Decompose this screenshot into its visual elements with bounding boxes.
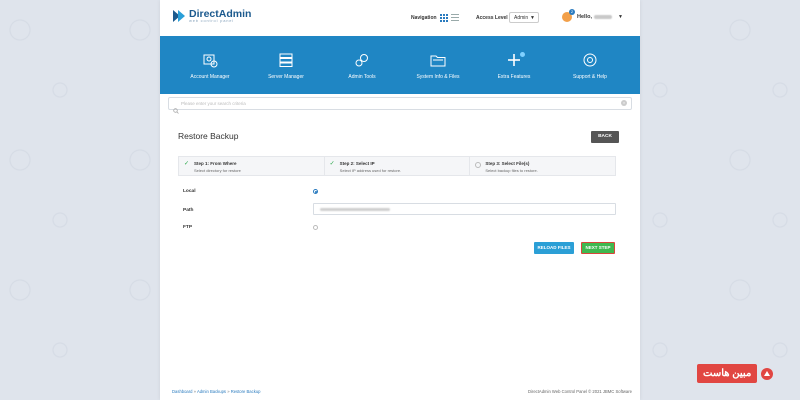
logo[interactable]: DirectAdmin web control panel: [172, 9, 251, 23]
top-bar: DirectAdmin web control panel Navigation…: [160, 0, 640, 36]
step-description: Select directory for restore: [194, 168, 241, 173]
page-title: Restore Backup: [178, 131, 239, 141]
search-placeholder: Please enter your search criteria: [181, 101, 246, 106]
ftp-label: FTP: [183, 225, 193, 230]
path-label: Path: [183, 208, 194, 213]
step-title: Step 2: Select IP: [339, 161, 375, 166]
menu-support-help[interactable]: Support & Help: [555, 36, 625, 94]
pending-circle-icon: [475, 162, 482, 168]
navigation-label: Navigation: [411, 15, 437, 21]
menu-account-manager[interactable]: Account Manager: [175, 36, 245, 94]
menu-extra-features[interactable]: Extra Features: [479, 36, 549, 94]
user-menu[interactable]: 2 Hello, ▼: [562, 9, 623, 22]
step-select-ip: ✓ Step 2: Select IP Select IP address us…: [325, 157, 471, 175]
step-select-files: Step 3: Select File(s) Select backup fil…: [470, 157, 615, 175]
menu-label: Admin Tools: [348, 74, 376, 80]
folder-icon: [430, 52, 446, 68]
breadcrumb-admin-backups[interactable]: Admin Backups: [197, 389, 226, 394]
next-step-button[interactable]: NEXT STEP: [581, 242, 615, 254]
panel-frame: DirectAdmin web control panel Navigation…: [160, 0, 640, 400]
step-title: Step 3: Select File(s): [485, 161, 530, 166]
chevron-down-icon: ▼: [530, 15, 535, 21]
account-icon: [202, 52, 218, 68]
breadcrumb-restore-backup[interactable]: Restore Backup: [231, 389, 261, 394]
watermark-text: مبین هاست: [697, 364, 758, 383]
copyright: DirectAdmin Web Control Panel © 2021 JBM…: [527, 389, 632, 394]
redacted-username: [593, 15, 612, 19]
ftp-radio[interactable]: [313, 225, 318, 230]
local-radio[interactable]: [313, 189, 318, 194]
main-menu-bar: Account Manager Server Manager Admin Too…: [160, 36, 640, 94]
tools-icon: [354, 52, 370, 68]
clear-icon[interactable]: ×: [621, 100, 627, 106]
logo-icon: [172, 9, 186, 23]
menu-server-manager[interactable]: Server Manager: [251, 36, 321, 94]
access-level-value: Admin: [514, 15, 529, 21]
chevron-down-icon: ▼: [617, 14, 623, 20]
watermark-logo-icon: [760, 367, 774, 381]
path-field[interactable]: [313, 203, 616, 215]
step-title: Step 1: From Where: [194, 161, 237, 166]
menu-label: Server Manager: [268, 74, 304, 80]
access-level-select[interactable]: Admin ▼: [509, 12, 539, 23]
breadcrumb: Dashboard » Admin Backups » Restore Back…: [172, 389, 260, 394]
search-icon: [173, 101, 179, 119]
menu-label: Account Manager: [190, 74, 230, 80]
menu-label: Extra Features: [497, 74, 531, 80]
checkmark-icon: ✓: [329, 161, 335, 167]
checkmark-icon: ✓: [184, 161, 190, 167]
menu-system-info-files[interactable]: System Info & Files: [403, 36, 473, 94]
lifebuoy-icon: [582, 52, 598, 68]
menu-label: Support & Help: [573, 74, 607, 80]
menu-admin-tools[interactable]: Admin Tools: [327, 36, 397, 94]
wizard-steps: ✓ Step 1: From Where Select directory fo…: [178, 156, 616, 176]
footer: Dashboard » Admin Backups » Restore Back…: [172, 389, 632, 394]
greeting: Hello,: [577, 14, 592, 20]
server-icon: [278, 52, 294, 68]
menu-label: System Info & Files: [416, 74, 460, 80]
new-indicator-icon: [520, 52, 525, 57]
access-level-label: Access Level: [476, 15, 508, 21]
list-view-icon[interactable]: [451, 14, 459, 22]
search-input[interactable]: Please enter your search criteria ×: [168, 97, 632, 114]
local-label: Local: [183, 189, 196, 194]
back-button[interactable]: BACK: [591, 131, 619, 143]
reload-files-button[interactable]: RELOAD FILES: [534, 242, 574, 254]
watermark: مبین هاست: [697, 364, 800, 383]
step-description: Select backup files to restore.: [485, 168, 538, 173]
breadcrumb-dashboard[interactable]: Dashboard: [172, 389, 193, 394]
redacted-path: [320, 208, 390, 211]
step-from-where: ✓ Step 1: From Where Select directory fo…: [179, 157, 325, 175]
notification-badge: 2: [569, 9, 575, 15]
step-description: Select IP address used for restore.: [339, 168, 402, 173]
avatar: 2: [562, 9, 575, 22]
grid-view-icon[interactable]: [440, 14, 448, 22]
